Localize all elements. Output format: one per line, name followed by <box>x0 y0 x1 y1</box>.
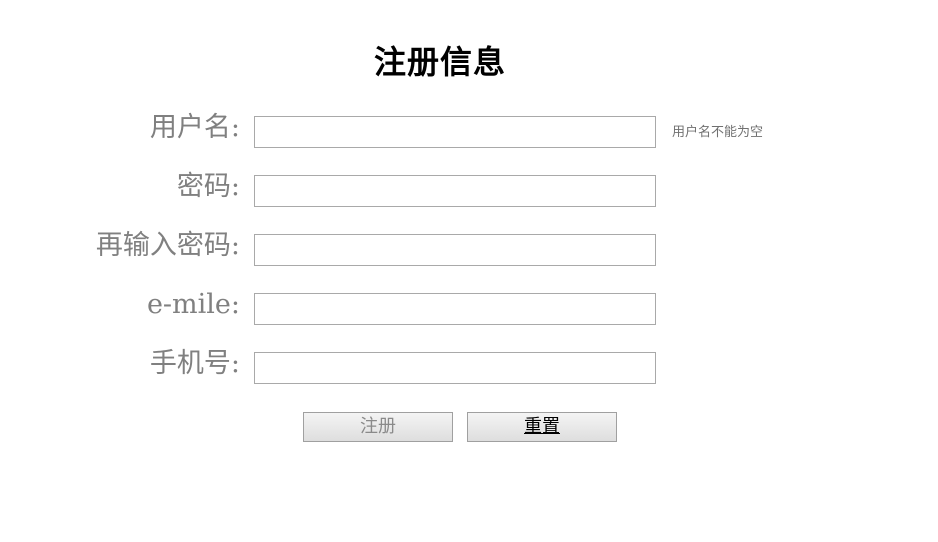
form-row-phone: 手机号: <box>0 348 938 388</box>
phone-label: 手机号: <box>149 348 240 379</box>
confirm-password-label: 再输入密码: <box>95 230 240 261</box>
confirm-password-input[interactable] <box>254 234 656 266</box>
form-row-username: 用户名: 用户名不能为空 <box>0 112 938 152</box>
password-label: 密码: <box>176 171 240 202</box>
password-input[interactable] <box>254 175 656 207</box>
form-row-confirm-password: 再输入密码: <box>0 230 938 270</box>
email-label: e-mile: <box>146 289 240 320</box>
username-label: 用户名: <box>149 112 240 143</box>
form-row-email: e-mile: <box>0 289 938 329</box>
phone-input[interactable] <box>254 352 656 384</box>
username-hint: 用户名不能为空 <box>672 125 764 140</box>
reset-button[interactable]: 重置 <box>467 412 617 442</box>
form-row-password: 密码: <box>0 171 938 211</box>
username-input[interactable] <box>254 116 656 148</box>
page-title: 注册信息 <box>373 43 506 81</box>
email-input[interactable] <box>254 293 656 325</box>
register-button[interactable]: 注册 <box>303 412 453 442</box>
